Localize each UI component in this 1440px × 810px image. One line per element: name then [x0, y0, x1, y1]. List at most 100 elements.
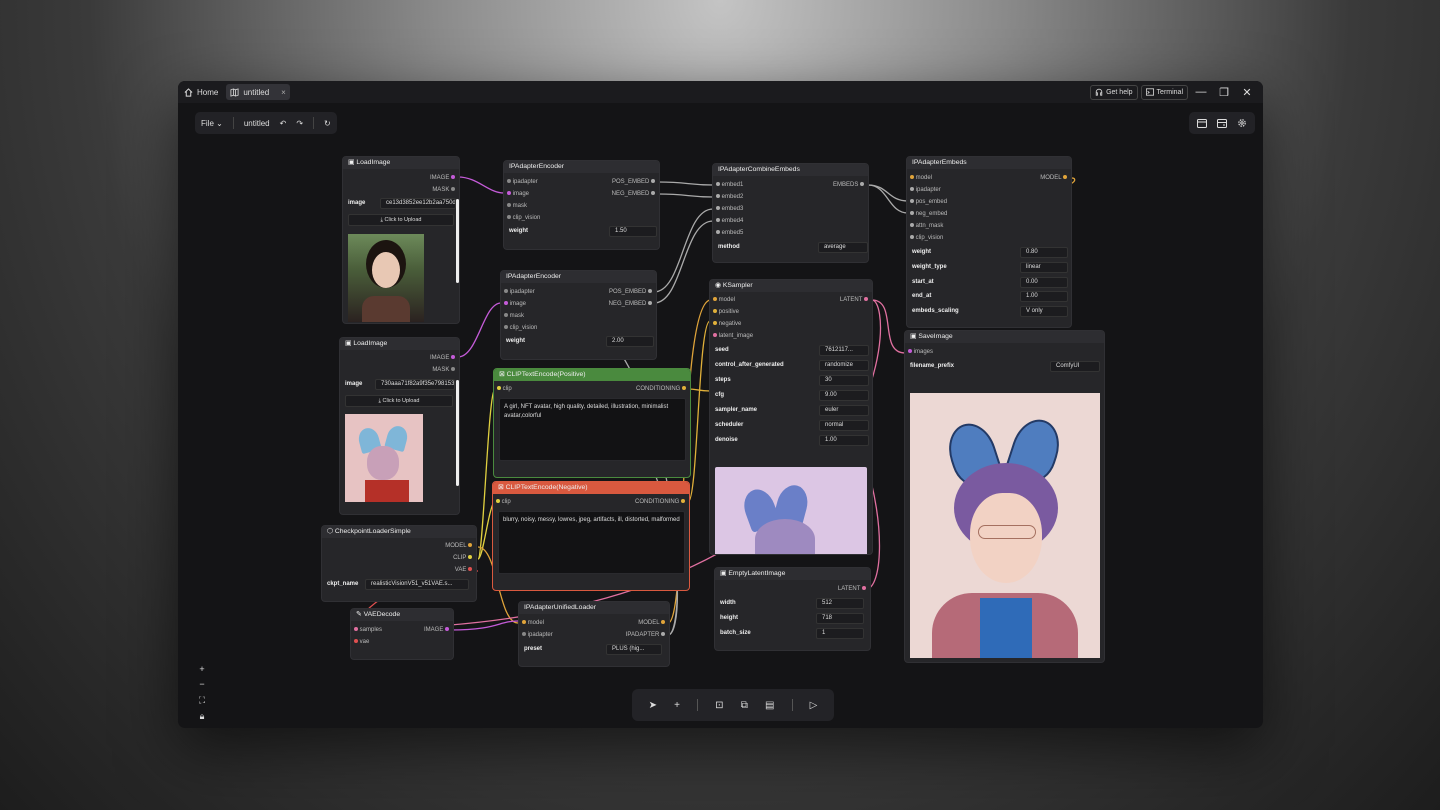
zoom-out-icon[interactable]: −	[199, 679, 204, 689]
checkpoint-loader-node[interactable]: ⬡ CheckpointLoaderSimple MODEL CLIP VAE …	[321, 525, 477, 602]
clip-text-encode-negative-node[interactable]: ⊠ CLIPTextEncode(Negative) clip CONDITIO…	[492, 481, 690, 591]
input-slot[interactable]	[504, 325, 508, 330]
output-slot[interactable]	[862, 586, 866, 591]
input-slot[interactable]	[713, 321, 717, 326]
vae-decode-node[interactable]: ✎ VAEDecode samples vae IMAGE	[350, 608, 454, 660]
input-slot[interactable]	[910, 175, 914, 180]
negative-prompt-textarea[interactable]: blurry, noisy, messy, lowres, jpeg, arti…	[498, 511, 685, 574]
image-select[interactable]: 730aaa71f82a9f35e798153	[375, 379, 455, 390]
upload-button[interactable]: ⤓ Click to Upload	[348, 214, 454, 226]
upload-button[interactable]: ⤓ Click to Upload	[345, 395, 453, 407]
input-slot[interactable]	[496, 499, 500, 504]
output-slot[interactable]	[451, 367, 455, 372]
input-slot[interactable]	[908, 349, 912, 354]
weight-input[interactable]: 2.00	[606, 336, 654, 347]
filename-prefix-input[interactable]: ComfyUI	[1050, 361, 1100, 372]
output-slot[interactable]	[451, 175, 455, 180]
weight-input[interactable]: 0.80	[1020, 247, 1068, 258]
input-slot[interactable]	[507, 215, 511, 220]
run-icon[interactable]: ▷	[810, 700, 818, 711]
weight-input[interactable]: 1.50	[609, 226, 657, 237]
scrollbar[interactable]	[456, 380, 459, 486]
output-slot[interactable]	[468, 567, 472, 572]
input-slot[interactable]	[713, 333, 717, 338]
output-slot[interactable]	[681, 499, 685, 504]
load-image-node-1[interactable]: ▣ LoadImage IMAGE MASK image ce13d3852ee1…	[342, 156, 460, 324]
input-slot[interactable]	[507, 191, 511, 196]
weight-type-select[interactable]: linear	[1020, 262, 1068, 273]
input-slot[interactable]	[713, 297, 717, 302]
control-after-generated-select[interactable]: randomize	[819, 360, 869, 371]
output-slot[interactable]	[648, 301, 652, 306]
empty-latent-image-node[interactable]: ▣ EmptyLatentImage LATENT width 512 heigh…	[714, 567, 871, 651]
image-select[interactable]: ce13d3852ee12b2aa750dd	[380, 198, 456, 209]
input-slot[interactable]	[504, 289, 508, 294]
denoise-input[interactable]: 1.00	[819, 435, 869, 446]
output-slot[interactable]	[864, 297, 868, 302]
method-select[interactable]: average	[818, 242, 868, 253]
ckpt-name-select[interactable]: realisticVisionV51_v51VAE.s...	[365, 579, 469, 590]
input-slot[interactable]	[713, 309, 717, 314]
output-slot[interactable]	[661, 620, 665, 625]
input-slot[interactable]	[354, 639, 358, 644]
output-slot[interactable]	[468, 543, 472, 548]
input-slot[interactable]	[504, 313, 508, 318]
output-slot[interactable]	[651, 179, 655, 184]
ipadapter-encoder-node-1[interactable]: IPAdapterEncoder ipadapter image mask cl…	[503, 160, 660, 250]
input-slot[interactable]	[354, 627, 358, 632]
input-slot[interactable]	[522, 632, 526, 637]
save-image-node[interactable]: ▣ SaveImage images filename_prefix ComfyU…	[904, 330, 1105, 663]
output-slot[interactable]	[682, 386, 686, 391]
steps-input[interactable]: 30	[819, 375, 869, 386]
pointer-icon[interactable]: ➤	[649, 700, 657, 711]
sampler-name-select[interactable]: euler	[819, 405, 869, 416]
batch-size-input[interactable]: 1	[816, 628, 864, 639]
input-slot[interactable]	[716, 182, 720, 187]
input-slot[interactable]	[522, 620, 526, 625]
cfg-input[interactable]: 9.00	[819, 390, 869, 401]
input-slot[interactable]	[497, 386, 501, 391]
lock-icon[interactable]: 🔒︎	[200, 711, 205, 722]
input-slot[interactable]	[910, 223, 914, 228]
seed-input[interactable]: 7612117...	[819, 345, 869, 356]
positive-prompt-textarea[interactable]: A girl, NFT avatar, high quality, detail…	[499, 398, 686, 461]
input-slot[interactable]	[910, 187, 914, 192]
clip-text-encode-positive-node[interactable]: ⊠ CLIPTextEncode(Positive) clip CONDITIO…	[493, 368, 691, 478]
end-at-input[interactable]: 1.00	[1020, 291, 1068, 302]
output-slot[interactable]	[445, 627, 449, 632]
input-slot[interactable]	[504, 301, 508, 306]
input-slot[interactable]	[716, 206, 720, 211]
film-icon[interactable]: ▤	[765, 700, 774, 711]
scheduler-select[interactable]: normal	[819, 420, 869, 431]
ipadapter-unified-loader-node[interactable]: IPAdapterUnifiedLoader model ipadapter M…	[518, 601, 670, 667]
input-slot[interactable]	[716, 230, 720, 235]
output-slot[interactable]	[661, 632, 665, 637]
compare-icon[interactable]: ⧉	[741, 700, 748, 711]
preset-select[interactable]: PLUS (hig...	[606, 644, 662, 655]
input-slot[interactable]	[910, 211, 914, 216]
scrollbar[interactable]	[456, 199, 459, 283]
ksampler-node[interactable]: ◉ KSampler model positive negative laten…	[709, 279, 873, 555]
width-input[interactable]: 512	[816, 598, 864, 609]
output-slot[interactable]	[651, 191, 655, 196]
input-slot[interactable]	[507, 203, 511, 208]
fit-view-icon[interactable]: ⛶	[199, 695, 205, 706]
input-slot[interactable]	[716, 218, 720, 223]
embeds-scaling-select[interactable]: V only	[1020, 306, 1068, 317]
input-slot[interactable]	[507, 179, 511, 184]
start-at-input[interactable]: 0.00	[1020, 277, 1068, 288]
output-slot[interactable]	[1063, 175, 1067, 180]
output-slot[interactable]	[451, 187, 455, 192]
ipadapter-encoder-node-2[interactable]: IPAdapterEncoder ipadapter image mask cl…	[500, 270, 657, 360]
load-image-node-2[interactable]: ▣ LoadImage IMAGE MASK image 730aaa71f82a…	[339, 337, 460, 515]
zoom-in-icon[interactable]: +	[199, 664, 204, 674]
add-node-icon[interactable]: +	[674, 700, 680, 711]
output-slot[interactable]	[468, 555, 472, 560]
output-slot[interactable]	[860, 182, 864, 187]
input-slot[interactable]	[910, 235, 914, 240]
console-icon[interactable]: ⊡	[715, 700, 723, 711]
input-slot[interactable]	[910, 199, 914, 204]
input-slot[interactable]	[716, 194, 720, 199]
height-input[interactable]: 718	[816, 613, 864, 624]
combine-embeds-node[interactable]: IPAdapterCombineEmbeds embed1 embed2 emb…	[712, 163, 869, 263]
